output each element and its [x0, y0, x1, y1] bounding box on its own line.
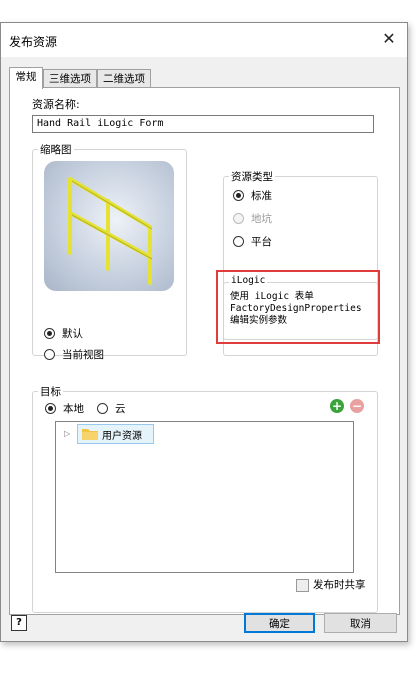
- share-checkbox[interactable]: [296, 579, 309, 592]
- tree-item-user-resources[interactable]: 用户资源: [77, 424, 154, 444]
- remove-icon: −: [350, 399, 364, 413]
- resource-name-label: 资源名称:: [32, 98, 80, 111]
- thumbnail-default-label: 默认: [62, 328, 83, 340]
- handrail-image: [68, 177, 153, 285]
- thumbnail-default-radio[interactable]: [44, 328, 55, 339]
- target-local-radio[interactable]: [45, 403, 56, 414]
- tree-item-label: 用户资源: [102, 431, 142, 442]
- tab-3d-options[interactable]: 三维选项: [43, 69, 97, 88]
- share-label: 发布时共享: [313, 579, 366, 591]
- expand-icon[interactable]: ▷: [64, 429, 70, 438]
- type-standard-radio[interactable]: [233, 190, 244, 201]
- add-icon[interactable]: +: [330, 399, 344, 413]
- publish-resource-dialog: 发布资源 ✕ 常规 三维选项 二维选项 资源名称: Hand Rail iLog…: [0, 22, 408, 642]
- target-legend: 目标: [38, 384, 63, 399]
- target-cloud-label: 云: [115, 403, 126, 415]
- dialog-title: 发布资源: [9, 35, 58, 49]
- type-standard-label: 标准: [251, 190, 272, 202]
- tab-2d-options[interactable]: 二维选项: [97, 69, 151, 88]
- help-icon[interactable]: ?: [11, 615, 27, 631]
- type-pit-label: 地坑: [251, 213, 272, 225]
- type-platform-radio[interactable]: [233, 236, 244, 247]
- resource-type-legend: 资源类型: [229, 169, 275, 184]
- target-local-label: 本地: [63, 403, 84, 415]
- ok-button[interactable]: 确定: [244, 613, 315, 633]
- thumbnail-current-view-radio[interactable]: [44, 349, 55, 360]
- thumbnail-preview: [44, 161, 174, 291]
- general-tab-panel: 资源名称: Hand Rail iLogic Form 缩略图 默认 当前视图 …: [9, 87, 400, 615]
- thumbnail-legend: 缩略图: [38, 142, 74, 157]
- resource-tree[interactable]: ▷ 用户资源: [55, 421, 354, 573]
- close-button[interactable]: ✕: [377, 28, 401, 50]
- type-platform-label: 平台: [251, 236, 272, 248]
- thumbnail-current-view-label: 当前视图: [62, 349, 104, 361]
- folder-icon: [82, 429, 98, 440]
- cancel-button[interactable]: 取消: [324, 613, 397, 633]
- tab-general[interactable]: 常规: [9, 67, 43, 89]
- type-pit-radio: [233, 213, 244, 224]
- resource-name-input[interactable]: Hand Rail iLogic Form: [32, 115, 374, 133]
- ilogic-highlight-box: [216, 270, 380, 344]
- target-cloud-radio[interactable]: [97, 403, 108, 414]
- title-bar: 发布资源 ✕: [1, 23, 407, 57]
